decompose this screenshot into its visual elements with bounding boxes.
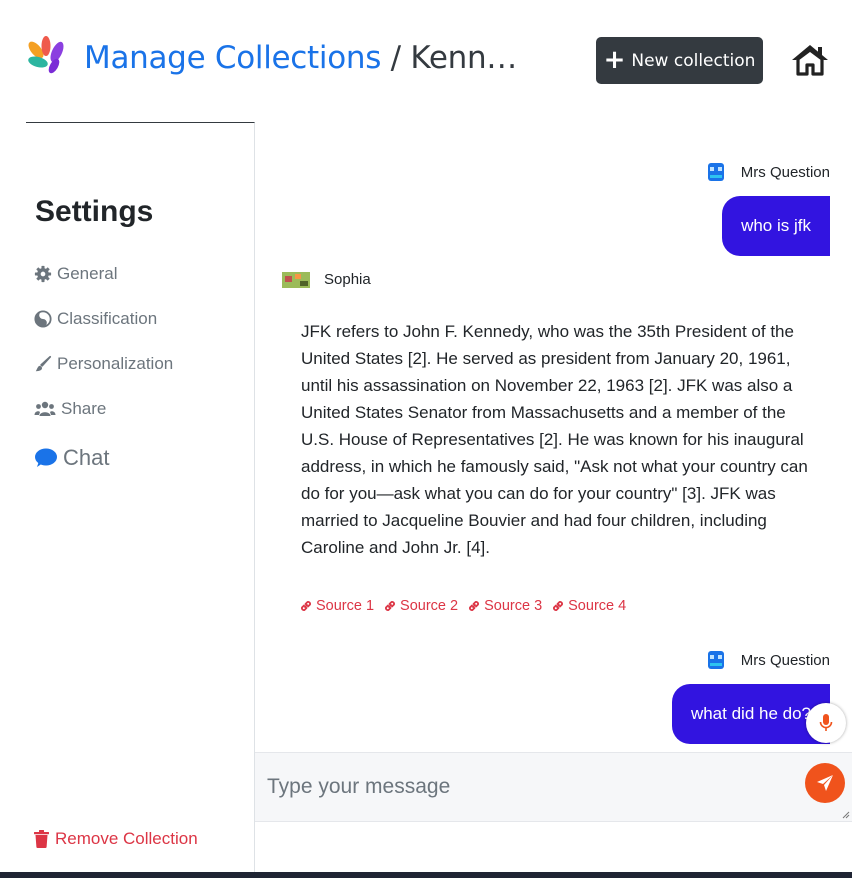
sidebar-item-label: Personalization <box>57 354 174 373</box>
author-name: Sophia <box>324 271 371 288</box>
message-author: Mrs Question <box>707 650 830 670</box>
trash-icon <box>34 830 49 848</box>
user-message-bubble: what did he do? <box>671 684 830 744</box>
author-name: Mrs Question <box>740 163 830 181</box>
remove-collection-label: Remove Collection <box>55 829 198 848</box>
message-text: who is jfk <box>741 216 811 235</box>
desktop-background <box>0 872 852 878</box>
chat-bubble-icon <box>35 448 57 467</box>
palette-icon <box>34 310 52 328</box>
manage-collections-link[interactable]: Manage Collections <box>84 40 381 76</box>
link-icon <box>553 601 564 611</box>
message-author: Sophia <box>282 271 371 288</box>
source-label: Source 3 <box>484 598 543 614</box>
user-message-bubble: who is jfk <box>722 196 830 256</box>
source-link[interactable]: Source 1 <box>299 598 374 614</box>
sidebar-item-personalization[interactable]: Personalization <box>34 354 173 374</box>
plus-icon: + <box>603 44 626 75</box>
bot-message-text: JFK refers to John F. Kennedy, who was t… <box>301 322 808 557</box>
microphone-icon <box>819 714 833 731</box>
sidebar-item-general[interactable]: General <box>34 264 117 284</box>
remove-collection-button[interactable]: Remove Collection <box>34 829 198 849</box>
source-links: Source 1 Source 2 Source 3 Source 4 <box>299 598 626 614</box>
source-label: Source 2 <box>400 598 459 614</box>
page-title: Manage Collections / Kenn… <box>84 38 517 78</box>
message-author: Mrs Question <box>707 162 830 182</box>
sidebar-item-label: General <box>57 264 118 283</box>
message-composer <box>255 752 852 822</box>
chat-panel: Mrs Question who is jfk Sophia JFK refer… <box>255 122 852 752</box>
source-link[interactable]: Source 2 <box>383 598 458 614</box>
new-collection-label: New collection <box>631 50 756 71</box>
sidebar-item-label: Share <box>61 399 107 418</box>
source-link[interactable]: Source 3 <box>467 598 542 614</box>
author-name: Mrs Question <box>740 651 830 669</box>
new-collection-button[interactable]: + New collection <box>596 37 763 84</box>
microphone-button[interactable] <box>806 703 846 743</box>
petals-logo[interactable] <box>24 34 68 78</box>
link-icon <box>385 601 395 611</box>
settings-title: Settings <box>35 195 154 228</box>
user-avatar <box>707 163 724 181</box>
source-label: Source 4 <box>568 598 627 614</box>
resize-handle-icon[interactable] <box>842 811 850 819</box>
breadcrumb-current: Kenn… <box>410 40 517 76</box>
paper-plane-icon <box>817 775 833 791</box>
bot-avatar <box>282 271 310 288</box>
app-header: Manage Collections / Kenn… + New collect… <box>0 0 852 122</box>
breadcrumb-separator: / <box>381 40 411 76</box>
message-text: what did he do? <box>690 704 811 723</box>
link-icon <box>301 601 311 611</box>
gear-icon <box>34 265 52 283</box>
user-avatar <box>707 651 724 669</box>
sidebar-item-label: Classification <box>57 309 158 328</box>
settings-sidebar: Settings General Classification Personal… <box>26 122 255 878</box>
users-icon <box>34 401 56 416</box>
source-label: Source 1 <box>316 598 375 614</box>
sidebar-item-share[interactable]: Share <box>34 399 106 419</box>
message-input[interactable] <box>255 753 795 821</box>
sidebar-item-classification[interactable]: Classification <box>34 309 157 329</box>
source-link[interactable]: Source 4 <box>551 598 626 614</box>
brush-icon <box>35 355 52 372</box>
link-icon <box>469 601 480 611</box>
sidebar-item-chat[interactable]: Chat <box>34 445 109 471</box>
home-icon[interactable] <box>790 42 830 76</box>
sidebar-item-label: Chat <box>63 445 110 470</box>
send-button[interactable] <box>805 763 845 803</box>
